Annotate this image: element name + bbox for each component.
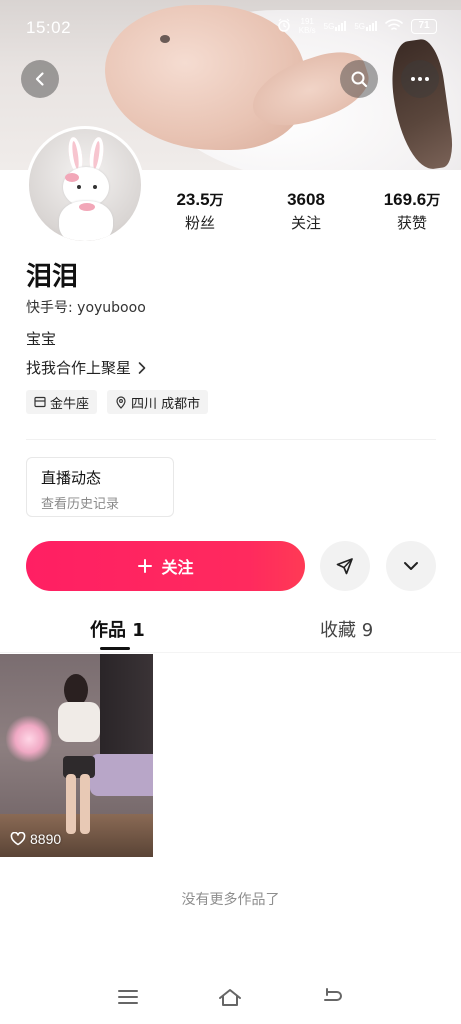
- stat-following-label: 关注: [290, 214, 321, 232]
- follow-label: 关注: [161, 558, 194, 577]
- stat-fans-label: 粉丝: [184, 214, 215, 232]
- tag-location: 四川 成都市: [107, 390, 209, 414]
- net-speed-unit: KB/s: [298, 26, 316, 35]
- profile-tags: 金牛座 四川 成都市: [26, 390, 209, 414]
- avatar-bunny-eye: [93, 185, 97, 189]
- thumb-person-top: [58, 702, 100, 742]
- menu-icon: [118, 990, 138, 1004]
- stat-fans-value: 23.5万: [176, 190, 224, 209]
- signal-2-label: 5G: [354, 22, 365, 31]
- wifi-icon: [385, 18, 403, 35]
- tab-collect[interactable]: 收藏 9: [320, 616, 373, 642]
- avatar-bunny-eye: [77, 185, 81, 189]
- nav-back-button[interactable]: [317, 985, 347, 1009]
- stat-following-value: 3608: [287, 190, 325, 209]
- live-history-card[interactable]: 直播动态 查看历史记录: [26, 457, 174, 517]
- back-button[interactable]: [21, 60, 59, 98]
- status-time: 15:02: [26, 18, 72, 37]
- avatar-bunny-tie: [79, 203, 95, 211]
- tabs-divider: [0, 652, 461, 653]
- avatar-bunny-bow: [65, 173, 79, 182]
- back-arrow-icon: [324, 988, 342, 1001]
- net-speed-value: 191: [300, 17, 314, 26]
- send-message-button[interactable]: [320, 541, 370, 591]
- status-bar: 15:02 191 KB/s 5G 5G 71: [0, 0, 461, 56]
- signal-1-label: 5G: [323, 22, 335, 31]
- chevron-right-icon: [138, 361, 146, 374]
- live-card-title: 直播动态: [41, 469, 102, 487]
- battery-indicator: 71: [411, 18, 437, 34]
- bio: 宝宝: [26, 330, 57, 348]
- section-divider: [26, 439, 436, 440]
- expand-button[interactable]: [386, 541, 436, 591]
- tag-zodiac-label: 金牛座: [50, 396, 90, 412]
- heart-icon: [10, 832, 26, 846]
- nav-home-button[interactable]: [215, 985, 245, 1009]
- stat-fans[interactable]: 23.5万 粉丝: [168, 190, 232, 233]
- zodiac-icon: [34, 396, 46, 408]
- status-icons: 191 KB/s 5G 5G 71: [277, 17, 437, 35]
- net-speed: 191 KB/s: [299, 17, 316, 35]
- cooperate-label: 找我合作上聚星: [26, 359, 132, 377]
- more-dots-icon: [411, 77, 429, 81]
- thumb-lights: [6, 714, 52, 764]
- kuaishou-id[interactable]: 快手号: yoyubooo: [26, 297, 146, 317]
- cooperate-link[interactable]: 找我合作上聚星: [26, 357, 147, 378]
- more-button[interactable]: [401, 60, 439, 98]
- signal-icon-2: 5G: [354, 21, 377, 31]
- tag-location-label: 四川 成都市: [131, 396, 201, 412]
- alarm-icon: [277, 18, 291, 35]
- work-thumbnail[interactable]: 8890: [0, 654, 153, 857]
- signal-icon-1: 5G: [324, 21, 347, 31]
- no-more-works: 没有更多作品了: [181, 892, 280, 908]
- chevron-down-icon: [404, 562, 418, 570]
- tag-zodiac: 金牛座: [26, 390, 98, 414]
- stat-likes[interactable]: 169.6万 获赞: [380, 190, 444, 233]
- follow-button[interactable]: 关注: [26, 541, 305, 591]
- location-pin-icon: [116, 395, 126, 409]
- thumb-person-leg: [66, 774, 76, 834]
- profile-stats: 23.5万 粉丝 3608 关注 169.6万 获赞: [168, 190, 444, 233]
- plus-icon: [138, 559, 153, 573]
- stat-following[interactable]: 3608 关注: [274, 190, 338, 233]
- chevron-left-icon: [35, 72, 44, 86]
- thumb-person-leg: [80, 774, 90, 834]
- avatar[interactable]: [26, 126, 144, 244]
- home-icon: [219, 989, 241, 1006]
- live-card-subtitle: 查看历史记录: [41, 497, 120, 512]
- nav-menu-button[interactable]: [113, 985, 143, 1009]
- stat-likes-value: 169.6万: [383, 190, 441, 209]
- stat-likes-label: 获赞: [396, 214, 427, 232]
- nickname: 泪泪: [26, 262, 79, 292]
- search-icon: [351, 71, 368, 88]
- work-likes: 8890: [10, 831, 61, 847]
- work-likes-count: 8890: [30, 831, 62, 847]
- tab-active-indicator: [100, 647, 130, 650]
- thumb-bed: [90, 754, 153, 796]
- search-button[interactable]: [340, 60, 378, 98]
- tab-works[interactable]: 作品 1: [90, 616, 145, 642]
- paper-plane-icon: [336, 558, 353, 575]
